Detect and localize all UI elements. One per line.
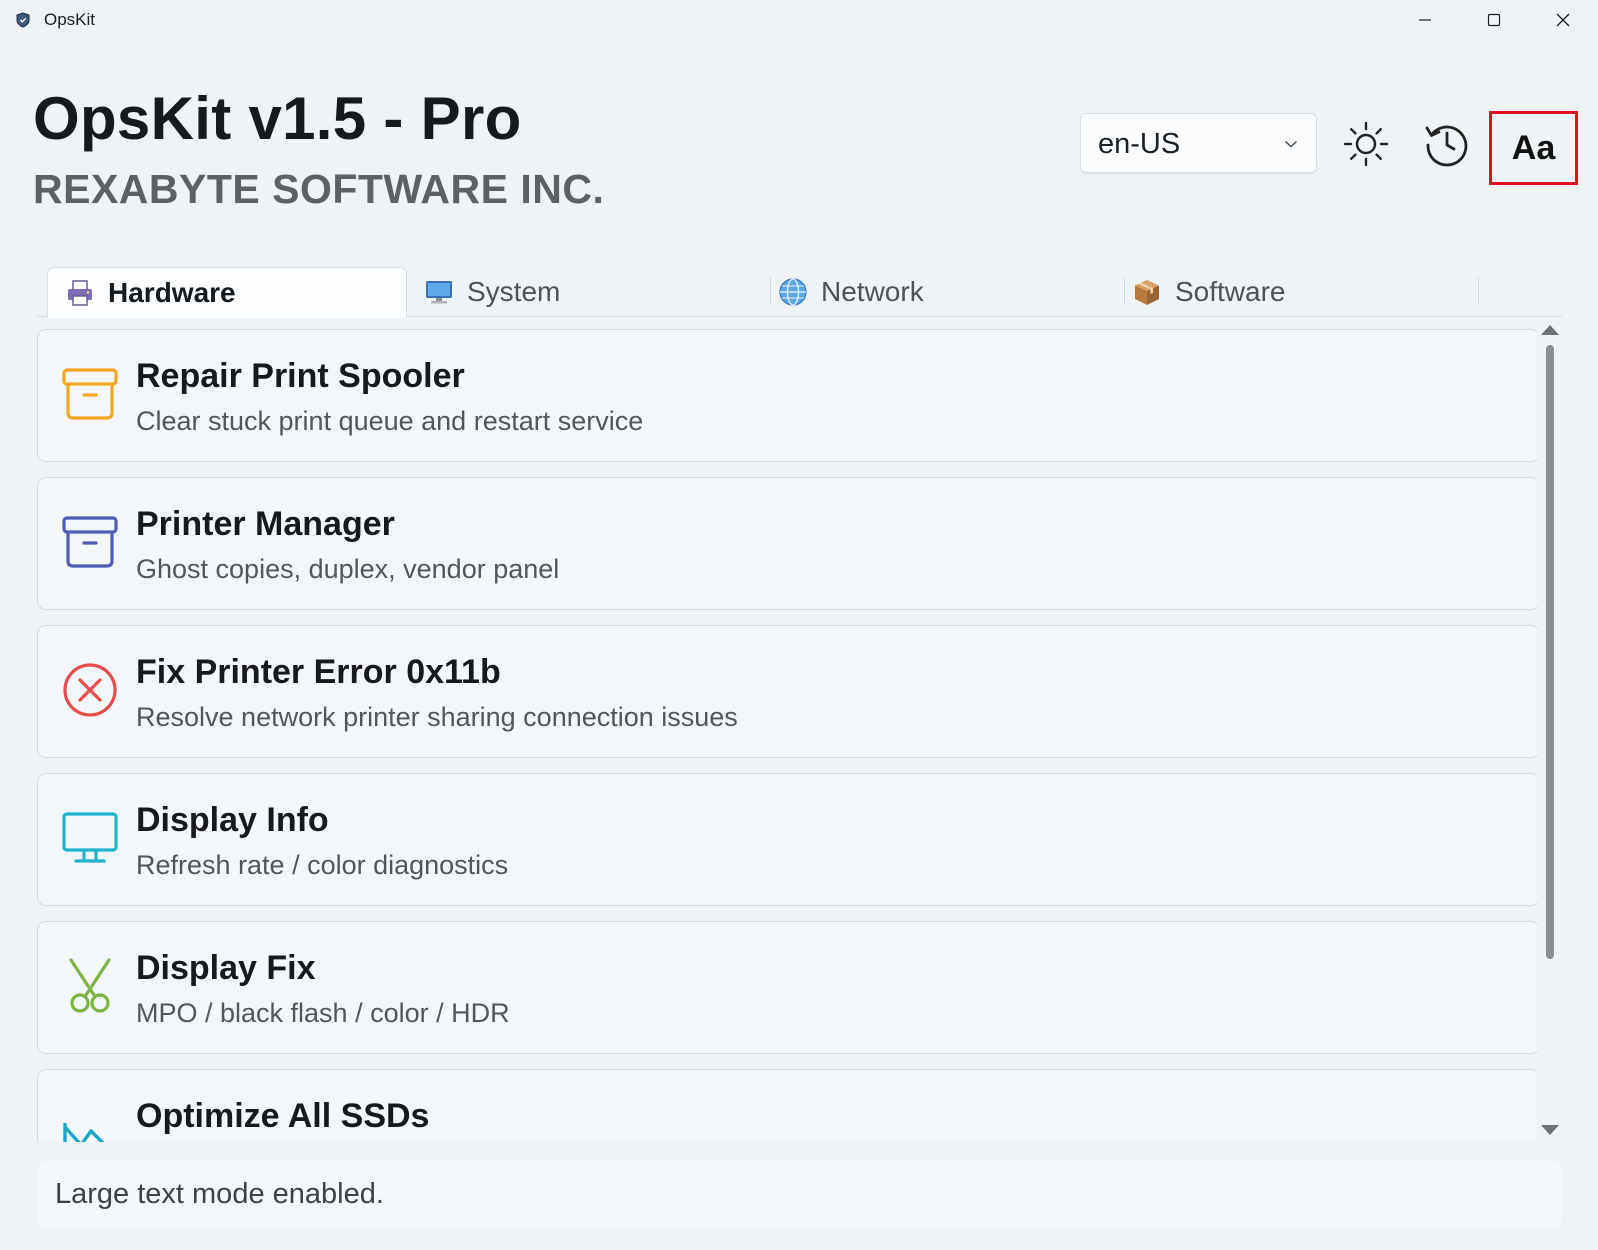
- company-name: REXABYTE SOFTWARE INC.: [33, 166, 605, 212]
- close-icon: [1556, 13, 1570, 27]
- large-text-toggle-button[interactable]: Aa: [1489, 111, 1578, 185]
- window-title: OpsKit: [44, 10, 96, 29]
- tool-card-repair-print-spooler[interactable]: Repair Print Spooler Clear stuck print q…: [37, 329, 1537, 462]
- tool-card-fix-printer-error[interactable]: Fix Printer Error 0x11b Resolve network …: [37, 625, 1537, 758]
- tool-title: Display Fix: [136, 949, 316, 987]
- tool-description: MPO / black flash / color / HDR: [136, 998, 510, 1028]
- status-bar: Large text mode enabled.: [37, 1161, 1562, 1227]
- language-value: en-US: [1098, 128, 1181, 160]
- tab-software[interactable]: Software: [1115, 267, 1475, 317]
- tool-title: Repair Print Spooler: [136, 357, 465, 395]
- app-window: OpsKit OpsKit v1.5 - Pro REXABYTE SOFTWA…: [0, 0, 1598, 1250]
- printer-icon: [65, 278, 95, 308]
- globe-icon: [778, 277, 808, 307]
- tool-title: Printer Manager: [136, 505, 395, 543]
- scrollbar-thumb[interactable]: [1546, 345, 1554, 959]
- tab-network[interactable]: Network: [761, 267, 1121, 317]
- tab-label: System: [467, 276, 561, 307]
- app-shield-icon: [15, 12, 31, 28]
- scroll-up-arrow-icon[interactable]: [1539, 323, 1561, 342]
- tool-card-display-info[interactable]: Display Info Refresh rate / color diagno…: [37, 773, 1537, 906]
- history-icon: [1425, 125, 1468, 167]
- tool-description: Refresh rate / color diagnostics: [136, 850, 509, 880]
- scissors-icon: [60, 956, 120, 1016]
- archive-box-icon: [60, 512, 120, 572]
- page-title: OpsKit v1.5 - Pro: [33, 85, 522, 152]
- sun-icon: [1343, 121, 1389, 167]
- tool-description: Resolve network printer sharing connecti…: [136, 702, 738, 732]
- maximize-button[interactable]: [1459, 0, 1529, 40]
- tab-label: Hardware: [108, 277, 236, 308]
- maximize-icon: [1487, 13, 1501, 27]
- tab-label: Software: [1175, 276, 1286, 307]
- tool-description: Ghost copies, duplex, vendor panel: [136, 554, 560, 584]
- tab-system[interactable]: System: [407, 267, 767, 317]
- tool-title: Optimize All SSDs: [136, 1097, 430, 1135]
- archive-box-icon: [60, 364, 120, 424]
- tool-card-printer-manager[interactable]: Printer Manager Ghost copies, duplex, ve…: [37, 477, 1537, 610]
- list-scrollbar[interactable]: [1539, 323, 1561, 1140]
- close-button[interactable]: [1528, 0, 1598, 40]
- tool-title: Fix Printer Error 0x11b: [136, 653, 501, 691]
- scroll-down-arrow-icon[interactable]: [1539, 1123, 1561, 1142]
- title-bar: OpsKit: [0, 0, 1598, 40]
- monitor-icon: [60, 808, 120, 868]
- history-button[interactable]: [1421, 118, 1473, 170]
- category-tabs: Hardware System Network Software: [37, 267, 1562, 318]
- tool-description: Clear stuck print queue and restart serv…: [136, 406, 644, 436]
- tool-title: Display Info: [136, 801, 329, 839]
- minimize-button[interactable]: [1390, 0, 1460, 40]
- package-icon: [1132, 277, 1162, 307]
- chart-icon: [60, 1104, 120, 1142]
- chevron-down-icon: [1284, 136, 1298, 154]
- tab-label: Network: [821, 276, 924, 307]
- status-message: Large text mode enabled.: [55, 1178, 384, 1210]
- tool-card-optimize-ssds[interactable]: Optimize All SSDs: [37, 1069, 1537, 1142]
- language-select[interactable]: en-US: [1080, 113, 1317, 173]
- tool-list: Repair Print Spooler Clear stuck print q…: [37, 328, 1537, 1142]
- tab-divider: [1478, 277, 1479, 305]
- error-circle-icon: [60, 660, 120, 720]
- theme-toggle-button[interactable]: [1340, 118, 1392, 170]
- tab-hardware[interactable]: Hardware: [47, 267, 407, 318]
- tool-card-display-fix[interactable]: Display Fix MPO / black flash / color / …: [37, 921, 1537, 1054]
- minimize-icon: [1419, 19, 1431, 21]
- monitor-icon: [424, 277, 454, 307]
